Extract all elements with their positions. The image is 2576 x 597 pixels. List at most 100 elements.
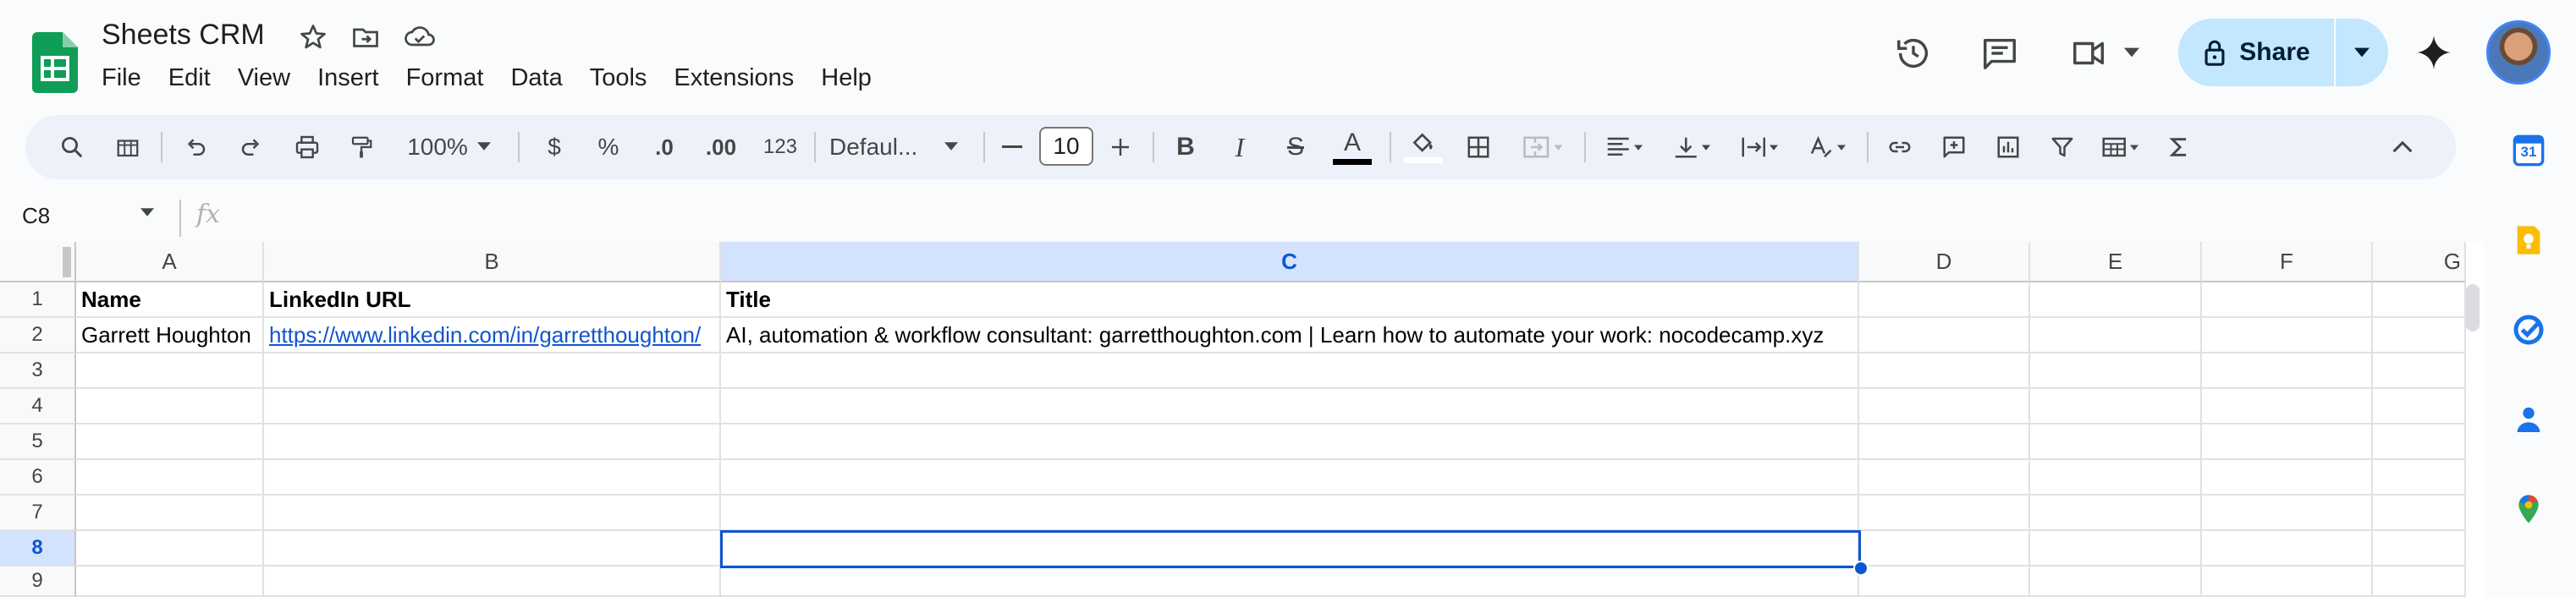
cell-d5[interactable]	[1859, 424, 2030, 460]
row-header-1[interactable]: 1	[0, 282, 76, 318]
cell-b2-link[interactable]: https://www.linkedin.com/in/garretthough…	[264, 318, 721, 353]
calendar-icon[interactable]: 31	[2512, 134, 2546, 167]
gemini-icon[interactable]	[2415, 34, 2452, 71]
fill-handle[interactable]	[1853, 561, 1869, 576]
italic-button[interactable]: I	[1219, 115, 1261, 179]
cell-b5[interactable]	[264, 424, 721, 460]
row-header-7[interactable]: 7	[0, 496, 76, 531]
insert-chart-icon[interactable]	[1987, 115, 2029, 179]
cell-d8[interactable]	[1859, 531, 2030, 567]
chevron-down-icon[interactable]	[140, 208, 154, 216]
cell-e3[interactable]	[2030, 353, 2202, 389]
cell-f2[interactable]	[2202, 318, 2373, 353]
cell-b6[interactable]	[264, 460, 721, 496]
menu-help[interactable]: Help	[821, 64, 872, 92]
cell-d6[interactable]	[1859, 460, 2030, 496]
cell-g5[interactable]	[2373, 424, 2466, 460]
share-button[interactable]: Share	[2178, 19, 2388, 86]
percent-button[interactable]: %	[587, 115, 630, 179]
cell-f8[interactable]	[2202, 531, 2373, 567]
cell-b7[interactable]	[264, 496, 721, 531]
cell-c2[interactable]: AI, automation & workflow consultant: ga…	[721, 318, 1859, 353]
cell-b8[interactable]	[264, 531, 721, 567]
cell-a9[interactable]	[76, 567, 264, 597]
search-menus-icon[interactable]	[51, 115, 93, 179]
zoom-select[interactable]: 100%	[391, 115, 484, 179]
history-icon[interactable]	[1894, 34, 1933, 73]
cell-e4[interactable]	[2030, 389, 2202, 424]
star-icon[interactable]	[298, 22, 328, 52]
font-size-input[interactable]: 10	[1039, 127, 1093, 166]
cell-a6[interactable]	[76, 460, 264, 496]
menu-view[interactable]: View	[238, 64, 290, 92]
bold-button[interactable]: B	[1164, 115, 1207, 179]
merge-cells-icon[interactable]	[1511, 115, 1576, 179]
comments-icon[interactable]	[1980, 34, 2019, 73]
text-rotation-icon[interactable]	[1799, 115, 1858, 179]
row-header-3[interactable]: 3	[0, 353, 76, 389]
cell-a8[interactable]	[76, 531, 264, 567]
snapshot-icon[interactable]	[107, 115, 149, 179]
cell-d9[interactable]	[1859, 567, 2030, 597]
cell-g4[interactable]	[2373, 389, 2466, 424]
undo-icon[interactable]	[174, 115, 217, 179]
cell-d7[interactable]	[1859, 496, 2030, 531]
cell-g1[interactable]	[2373, 282, 2466, 318]
row-header-8[interactable]: 8	[0, 531, 76, 567]
column-header-d[interactable]: D	[1859, 242, 2030, 282]
cell-f9[interactable]	[2202, 567, 2373, 597]
row-header-5[interactable]: 5	[0, 424, 76, 460]
borders-icon[interactable]	[1457, 115, 1500, 179]
column-header-f[interactable]: F	[2202, 242, 2373, 282]
vertical-align-icon[interactable]	[1664, 115, 1723, 179]
increase-font-size-button[interactable]	[1102, 115, 1139, 179]
cell-b9[interactable]	[264, 567, 721, 597]
font-select[interactable]: Defaul...	[829, 115, 956, 179]
column-header-b[interactable]: B	[264, 242, 721, 282]
cell-d2[interactable]	[1859, 318, 2030, 353]
cell-d3[interactable]	[1859, 353, 2030, 389]
cell-f1[interactable]	[2202, 282, 2373, 318]
cloud-status-icon[interactable]	[403, 22, 437, 52]
menu-edit[interactable]: Edit	[168, 64, 211, 92]
cell-e1[interactable]	[2030, 282, 2202, 318]
cell-f3[interactable]	[2202, 353, 2373, 389]
select-all-corner[interactable]	[0, 242, 76, 282]
tasks-icon[interactable]	[2512, 313, 2546, 347]
cell-c7[interactable]	[721, 496, 1859, 531]
cell-a5[interactable]	[76, 424, 264, 460]
cell-c5[interactable]	[721, 424, 1859, 460]
cell-e2[interactable]	[2030, 318, 2202, 353]
cell-c6[interactable]	[721, 460, 1859, 496]
menu-extensions[interactable]: Extensions	[674, 64, 794, 92]
cell-f4[interactable]	[2202, 389, 2373, 424]
cell-e7[interactable]	[2030, 496, 2202, 531]
paint-format-icon[interactable]	[340, 115, 383, 179]
functions-icon[interactable]	[2158, 115, 2200, 179]
row-header-4[interactable]: 4	[0, 389, 76, 424]
user-avatar[interactable]	[2486, 20, 2551, 85]
insert-link-icon[interactable]	[1879, 115, 1921, 179]
print-icon[interactable]	[286, 115, 328, 179]
share-dropdown[interactable]	[2336, 47, 2388, 58]
cell-a1[interactable]: Name	[76, 282, 264, 318]
document-title[interactable]: Sheets CRM	[102, 19, 265, 52]
row-header-2[interactable]: 2	[0, 318, 76, 353]
move-to-folder-icon[interactable]	[350, 22, 381, 52]
cell-f6[interactable]	[2202, 460, 2373, 496]
menu-insert[interactable]: Insert	[317, 64, 379, 92]
menu-file[interactable]: File	[102, 64, 141, 92]
text-wrapping-icon[interactable]	[1731, 115, 1791, 179]
cell-g6[interactable]	[2373, 460, 2466, 496]
cell-g7[interactable]	[2373, 496, 2466, 531]
cell-e9[interactable]	[2030, 567, 2202, 597]
cell-c4[interactable]	[721, 389, 1859, 424]
more-formats-button[interactable]: 123	[755, 115, 806, 179]
cell-a2[interactable]: Garrett Houghton	[76, 318, 264, 353]
cell-d1[interactable]	[1859, 282, 2030, 318]
column-header-g[interactable]: G	[2373, 242, 2466, 282]
cell-f7[interactable]	[2202, 496, 2373, 531]
strikethrough-button[interactable]: S	[1274, 115, 1317, 179]
keep-icon[interactable]	[2512, 223, 2546, 257]
meet-icon[interactable]	[2068, 34, 2111, 73]
